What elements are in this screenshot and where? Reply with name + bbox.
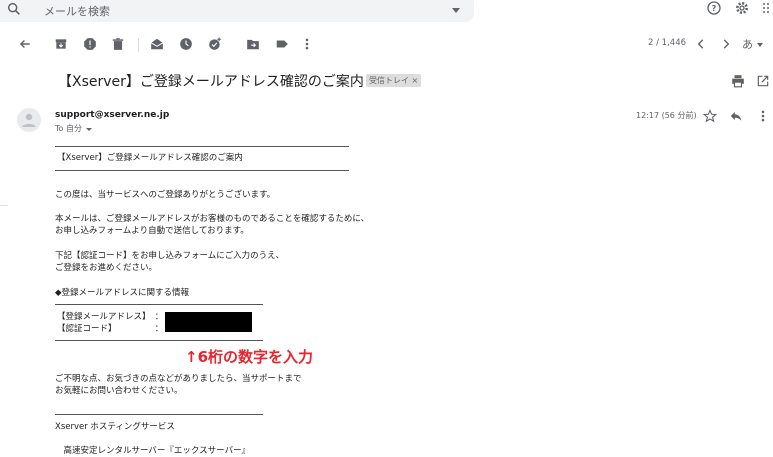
body-paragraph: お気軽にお問い合わせください。	[55, 386, 183, 396]
body-paragraph: ご不明な点、お気づきの点などがありましたら、当サポートまで	[55, 374, 302, 384]
mark-unread-icon[interactable]	[150, 37, 164, 51]
help-icon[interactable]: ?	[706, 0, 724, 18]
show-details-icon[interactable]	[86, 128, 92, 131]
body-paragraph: この度は、当サービスへのご登録ありがとうございます。	[55, 190, 276, 200]
open-new-window-icon[interactable]	[756, 74, 770, 88]
input-tools-button[interactable]: あ	[742, 36, 753, 52]
redacted-block	[165, 312, 252, 332]
email-timestamp: 12:17 (56 分前)	[636, 111, 697, 120]
divider	[55, 170, 349, 171]
footer-line: 高速安定レンタルサーバー『エックスサーバー』	[55, 446, 251, 456]
snooze-icon[interactable]	[179, 37, 193, 51]
body-heading: 【Xserver】ご登録メールアドレス確認のご案内	[57, 153, 243, 163]
search-icon[interactable]	[6, 1, 24, 19]
side-panel-edge	[0, 205, 8, 206]
auth-code-label: 【認証コード】 ：	[57, 324, 164, 334]
gear-icon[interactable]	[734, 0, 752, 18]
add-task-icon[interactable]	[208, 37, 222, 51]
chevron-down-icon[interactable]	[757, 43, 763, 47]
apps-grid-icon[interactable]	[762, 0, 773, 18]
back-arrow-icon[interactable]	[18, 37, 32, 51]
email-subject: 【Xserver】ご登録メールアドレス確認のご案内	[58, 74, 364, 90]
body-paragraph: お申し込みフォームより自動で送信しております。	[55, 226, 249, 236]
archive-icon[interactable]	[54, 37, 68, 51]
pagination-count: 2 / 1,446	[648, 38, 687, 48]
divider	[55, 340, 263, 341]
annotation-text: ↑6桁の数字を入力	[185, 348, 314, 366]
report-spam-icon[interactable]	[83, 37, 97, 51]
divider	[55, 414, 263, 415]
inbox-label-chip[interactable]: 受信トレイ ×	[366, 74, 422, 87]
reply-icon[interactable]	[729, 109, 743, 123]
sender-address[interactable]: support@xserver.ne.jp	[55, 110, 169, 120]
more-options-icon[interactable]	[300, 37, 314, 51]
search-options-icon[interactable]	[452, 8, 460, 13]
recipient-line: To 自分	[55, 124, 82, 133]
body-paragraph: 下記【認証コード】をお申し込みフォームにご入力のうえ、	[55, 251, 285, 261]
avatar	[17, 108, 41, 132]
label-icon[interactable]	[275, 37, 289, 51]
divider	[55, 146, 349, 147]
move-to-icon[interactable]	[246, 37, 260, 51]
chevron-left-icon[interactable]	[694, 37, 708, 51]
info-heading: ◆登録メールアドレスに関する情報	[55, 288, 190, 298]
toolbar-divider	[138, 38, 139, 52]
footer-line: Xserver ホスティングサービス	[55, 422, 175, 432]
delete-icon[interactable]	[111, 37, 125, 51]
print-icon[interactable]	[731, 74, 745, 88]
body-paragraph: ご登録をお進めください。	[55, 263, 158, 273]
divider	[55, 304, 263, 305]
registered-email-label: 【登録メールアドレス】 ：	[57, 312, 164, 322]
body-paragraph: 本メールは、ご登録メールアドレスがお客様のものであることを確認するために、	[55, 214, 370, 224]
svg-text:?: ?	[712, 4, 717, 13]
search-input[interactable]: メールを検索	[44, 3, 110, 19]
star-icon[interactable]	[703, 109, 717, 123]
chevron-right-icon[interactable]	[719, 37, 733, 51]
more-options-icon[interactable]	[756, 109, 770, 123]
